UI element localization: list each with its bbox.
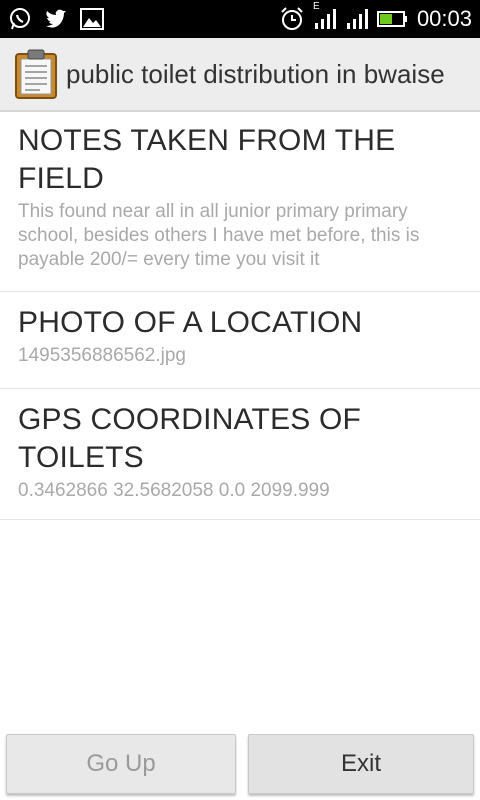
battery-icon bbox=[376, 10, 409, 28]
field-photo: PHOTO OF A LOCATION 1495356886562.jpg bbox=[0, 292, 480, 389]
alarm-icon bbox=[279, 6, 305, 32]
network-type-label: E bbox=[312, 1, 320, 12]
go-up-button[interactable]: Go Up bbox=[6, 734, 236, 794]
app-title: public toilet distribution in bwaise bbox=[66, 58, 445, 89]
field-value: 1495356886562.jpg bbox=[18, 345, 187, 366]
clipboard-icon bbox=[14, 49, 58, 99]
signal-icon bbox=[345, 7, 369, 31]
field-label: NOTES TAKEN FROM THE FIELD bbox=[18, 124, 396, 195]
exit-button[interactable]: Exit bbox=[248, 734, 474, 794]
action-bar: public toilet distribution in bwaise bbox=[0, 38, 480, 112]
form-content: NOTES TAKEN FROM THE FIELD This found ne… bbox=[0, 112, 480, 520]
image-icon bbox=[80, 8, 104, 30]
field-value: 0.3462866 32.5682058 0.0 2099.999 bbox=[18, 480, 330, 501]
signal-icon: E bbox=[313, 1, 337, 31]
whatsapp-icon bbox=[8, 7, 32, 31]
field-gps: GPS COORDINATES OF TOILETS 0.3462866 32.… bbox=[0, 389, 480, 520]
twitter-icon bbox=[44, 8, 68, 30]
field-label: PHOTO OF A LOCATION bbox=[18, 306, 363, 339]
field-label: GPS COORDINATES OF TOILETS bbox=[18, 403, 362, 474]
clock-time: 00:03 bbox=[416, 6, 472, 31]
field-notes: NOTES TAKEN FROM THE FIELD This found ne… bbox=[0, 112, 480, 292]
field-value: This found near all in all junior primar… bbox=[18, 201, 420, 270]
status-bar: E 00:03 bbox=[0, 0, 480, 38]
